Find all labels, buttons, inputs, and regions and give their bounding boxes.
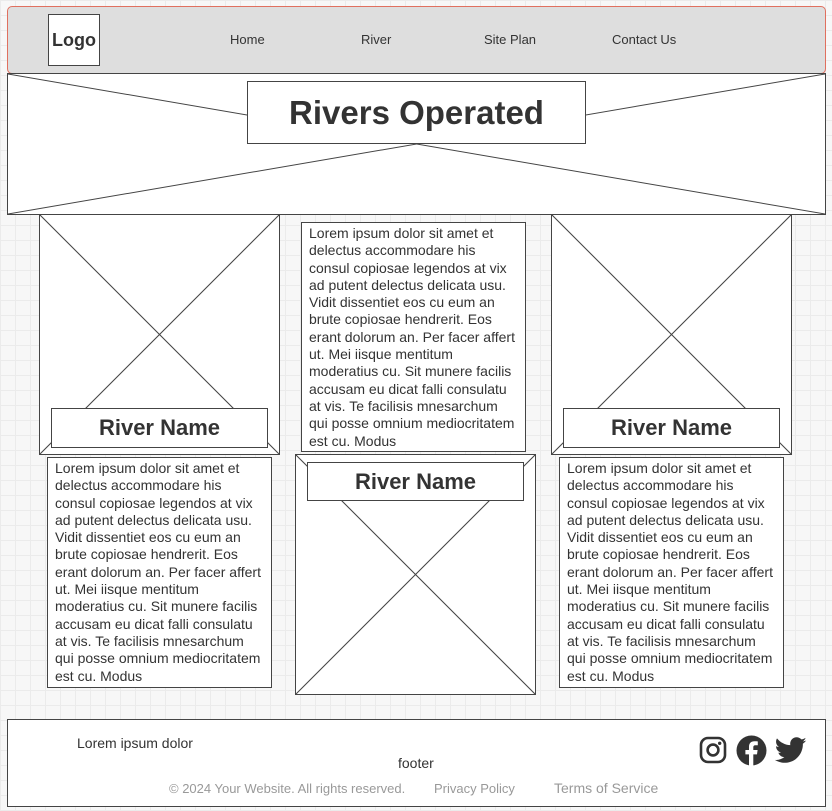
instagram-icon[interactable] — [699, 736, 727, 764]
twitter-icon[interactable] — [775, 737, 807, 764]
river-description-left: Lorem ipsum dolor sit amet et delectus a… — [47, 457, 272, 688]
river-description-right: Lorem ipsum dolor sit amet et delectus a… — [559, 457, 784, 688]
logo[interactable]: Logo — [48, 14, 100, 66]
footer-tagline: Lorem ipsum dolor — [77, 735, 193, 751]
privacy-policy-link[interactable]: Privacy Policy — [434, 781, 515, 796]
footer-label: footer — [398, 755, 434, 771]
nav-site-plan[interactable]: Site Plan — [484, 32, 536, 47]
nav-home[interactable]: Home — [230, 32, 265, 47]
river-name-label-right[interactable]: River Name — [563, 408, 780, 448]
river-name-label-middle[interactable]: River Name — [307, 462, 524, 501]
header-bar — [7, 6, 826, 74]
nav-contact-us[interactable]: Contact Us — [612, 32, 676, 47]
facebook-icon[interactable] — [736, 735, 767, 766]
river-description-middle: Lorem ipsum dolor sit amet et delectus a… — [301, 222, 526, 452]
river-name-label-left[interactable]: River Name — [51, 408, 268, 448]
terms-of-service-link[interactable]: Terms of Service — [554, 780, 658, 796]
nav-river[interactable]: River — [361, 32, 391, 47]
footer-copyright: © 2024 Your Website. All rights reserved… — [169, 781, 406, 796]
page-title: Rivers Operated — [247, 81, 586, 144]
